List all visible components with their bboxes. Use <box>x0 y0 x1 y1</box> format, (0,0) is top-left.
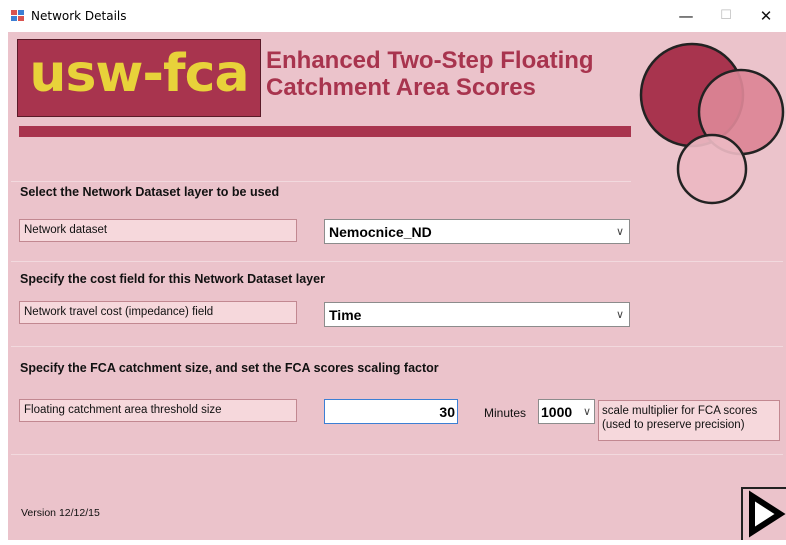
close-button[interactable]: ✕ <box>746 4 786 28</box>
chevron-down-icon[interactable]: ∨ <box>616 225 624 238</box>
cost-field-combobox[interactable]: Time ∨ <box>324 302 630 327</box>
header-divider-bar <box>19 126 631 137</box>
logo: usw-fca <box>17 39 261 117</box>
maximize-button[interactable]: ☐ <box>706 4 746 28</box>
threshold-size-input[interactable]: 30 <box>324 399 458 424</box>
section-separator <box>11 454 783 455</box>
small-circle <box>676 133 748 205</box>
cost-field-label: Network travel cost (impedance) field <box>19 301 297 324</box>
dialog-body: usw-fca Enhanced Two-Step Floating Catch… <box>8 32 786 540</box>
section-separator <box>11 346 783 347</box>
page-title: Enhanced Two-Step Floating Catchment Are… <box>266 47 646 101</box>
threshold-size-label: Floating catchment area threshold size <box>19 399 297 422</box>
cost-section-heading: Specify the cost field for this Network … <box>20 272 325 286</box>
app-icon <box>11 10 24 21</box>
decorative-circles-graphic <box>639 42 785 205</box>
scale-multiplier-value: 1000 <box>541 404 573 420</box>
scale-multiplier-combobox[interactable]: 1000 ∨ <box>538 399 595 424</box>
chevron-down-icon[interactable]: ∨ <box>583 405 591 418</box>
title-bar: Network Details — ☐ ✕ <box>0 0 786 32</box>
play-triangle-icon <box>749 490 786 538</box>
cost-field-value: Time <box>329 307 362 323</box>
next-button[interactable] <box>741 487 786 540</box>
dataset-section-heading: Select the Network Dataset layer to be u… <box>20 185 280 199</box>
scale-multiplier-note: scale multiplier for FCA scores (used to… <box>598 400 780 441</box>
section-separator <box>11 261 783 262</box>
title-line-2: Catchment Area Scores <box>266 74 536 101</box>
minimize-button[interactable]: — <box>666 4 706 28</box>
window-title: Network Details <box>31 9 127 23</box>
logo-text: usw-fca <box>29 44 249 104</box>
catchment-section-heading: Specify the FCA catchment size, and set … <box>20 361 439 375</box>
section-separator <box>11 181 631 182</box>
version-label: Version 12/12/15 <box>21 507 100 519</box>
chevron-down-icon[interactable]: ∨ <box>616 308 624 321</box>
network-dataset-combobox[interactable]: Nemocnice_ND ∨ <box>324 219 630 244</box>
network-dataset-label: Network dataset <box>19 219 297 242</box>
network-dataset-value: Nemocnice_ND <box>329 224 432 240</box>
threshold-unit-label: Minutes <box>484 406 527 420</box>
scale-note-line-2: (used to preserve precision) <box>602 419 745 431</box>
scale-note-line-1: scale multiplier for FCA scores <box>602 405 758 417</box>
title-line-1: Enhanced Two-Step Floating <box>266 47 594 74</box>
